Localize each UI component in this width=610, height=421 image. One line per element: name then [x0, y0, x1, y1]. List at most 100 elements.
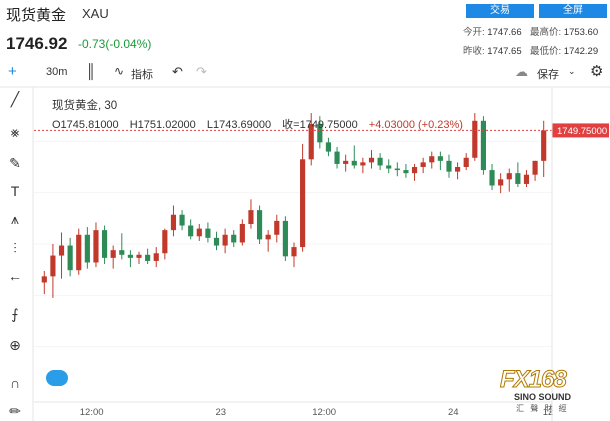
instrument-name: 现货黄金	[6, 7, 67, 24]
text-tool-icon[interactable]: T	[6, 182, 24, 200]
trend-line-icon[interactable]: ╱	[6, 90, 24, 108]
candle-body	[265, 234, 271, 240]
candle-body	[403, 170, 409, 174]
candle-body	[472, 120, 478, 158]
candle-body	[239, 223, 245, 243]
save-button[interactable]: 保存	[537, 66, 559, 82]
candle-body	[110, 250, 116, 258]
candle-body	[325, 142, 332, 152]
x-tick-label: 12:00	[80, 407, 104, 418]
fx168-logo: FX168 SINO SOUND 汇 聲 財 經	[494, 366, 604, 418]
zoom-in-icon[interactable]: ⊕	[6, 336, 24, 354]
candle-body	[498, 179, 504, 186]
price-change: -0.73(-0.04%)	[78, 37, 152, 51]
back-arrow-icon[interactable]: ←	[6, 267, 24, 285]
interval-selector[interactable]: 30m	[46, 66, 67, 78]
candle-body	[41, 276, 47, 283]
candle-body	[429, 156, 435, 163]
high-label: 最高价:	[530, 27, 562, 38]
legend-high: H1751.02000	[129, 119, 196, 131]
candle-body	[145, 254, 151, 261]
candle-style-icon[interactable]: ║	[86, 63, 96, 79]
candle-body	[248, 210, 254, 224]
prevclose-stat: 昨收: 1747.65	[463, 43, 522, 57]
candle-body	[386, 165, 392, 169]
candle-body	[282, 220, 288, 257]
chevron-down-icon[interactable]: ⌄	[568, 66, 576, 77]
x-tick-label: 12:00	[312, 407, 336, 418]
candle-body	[394, 168, 400, 171]
magnet-icon[interactable]: ∩	[6, 374, 24, 392]
candle-body	[360, 162, 366, 166]
candle-body	[523, 174, 530, 184]
logo-sub-text: SINO SOUND	[514, 392, 572, 402]
candle-body	[84, 234, 90, 263]
low-label: 最低价:	[530, 46, 562, 57]
candle-body	[76, 234, 82, 271]
candle-body	[179, 214, 185, 226]
lock-pencil-icon[interactable]: ✏	[6, 402, 24, 420]
candle-body	[343, 160, 349, 164]
candle-body	[162, 230, 168, 254]
fib-retracement-icon[interactable]: ⨳	[6, 123, 24, 141]
open-stat: 今开: 1747.66	[463, 24, 522, 38]
candle-body	[170, 214, 177, 231]
candle-body	[506, 173, 512, 180]
indicators-button[interactable]: 指标	[131, 66, 153, 82]
legend-open: O1745.81000	[52, 119, 119, 131]
logo-cn-text: 汇 聲 財 經	[516, 404, 569, 413]
candle-body	[480, 120, 487, 171]
candle-body	[188, 225, 194, 237]
legend-close: 收=1749.75000	[282, 119, 358, 131]
cloud-icon[interactable]: ☁	[515, 64, 528, 80]
ruler-icon[interactable]: ⨍	[6, 305, 24, 323]
candle-body	[368, 157, 375, 163]
tradingview-logo-icon[interactable]	[46, 370, 68, 386]
low-value: 1742.29	[563, 46, 599, 57]
candle-body	[205, 228, 211, 238]
logo-main-text: FX168	[500, 366, 568, 394]
candle-body	[127, 254, 133, 258]
indicators-icon[interactable]: ∿	[114, 64, 124, 78]
candlestick-series	[41, 113, 547, 298]
candle-body	[411, 167, 418, 174]
legend-change: +4.03000 (+0.23%)	[368, 119, 463, 131]
drawing-toolbar: ╱ ⨳ ✎ T ⩚ ⫶ ← ⨍ ⊕ ∩ ✏	[0, 62, 30, 421]
open-value: 1747.66	[487, 27, 522, 38]
low-stat: 最低价: 1742.29	[530, 43, 598, 57]
candle-body	[231, 234, 237, 243]
current-price: 1746.92	[6, 34, 68, 53]
chart-toolbar: + 30m ║ ∿ 指标 ↶ ↷ ☁ 保存 ⌄ ⚙	[0, 61, 610, 85]
fullscreen-button[interactable]: 全屏	[539, 4, 607, 18]
brush-icon[interactable]: ✎	[6, 154, 24, 172]
candle-body	[489, 170, 495, 186]
chart-symbol-interval[interactable]: 现货黄金, 30	[52, 97, 117, 113]
ohlc-legend: O1745.81000 H1751.02000 L1743.69000 收=17…	[52, 116, 471, 132]
measure-icon[interactable]: ⫶	[6, 239, 24, 257]
last-price-marker: 1749.75000	[552, 123, 609, 138]
candle-body	[136, 254, 142, 258]
gear-icon[interactable]: ⚙	[590, 62, 603, 80]
candle-body	[67, 245, 73, 271]
pattern-icon[interactable]: ⩚	[6, 210, 24, 228]
candle-body	[334, 151, 340, 164]
candle-body	[93, 230, 99, 263]
high-stat: 最高价: 1753.60	[530, 24, 598, 38]
candle-body	[351, 160, 357, 166]
candle-body	[541, 130, 547, 161]
candle-body	[532, 160, 538, 175]
open-label: 今开:	[463, 27, 485, 38]
candle-body	[58, 245, 65, 256]
candle-body	[446, 160, 452, 172]
x-axis-ticks: 12:00 23 12:00 24 12	[80, 407, 554, 418]
candle-body	[420, 162, 426, 167]
trade-button[interactable]: 交易	[466, 4, 534, 18]
candle-body	[377, 157, 383, 166]
candle-body	[50, 255, 56, 277]
legend-low: L1743.69000	[206, 119, 272, 131]
redo-icon[interactable]: ↷	[196, 64, 207, 80]
last-price-label: 1749.75000	[557, 126, 607, 137]
candle-body	[256, 210, 263, 240]
undo-icon[interactable]: ↶	[172, 64, 183, 80]
candle-body	[196, 228, 202, 237]
